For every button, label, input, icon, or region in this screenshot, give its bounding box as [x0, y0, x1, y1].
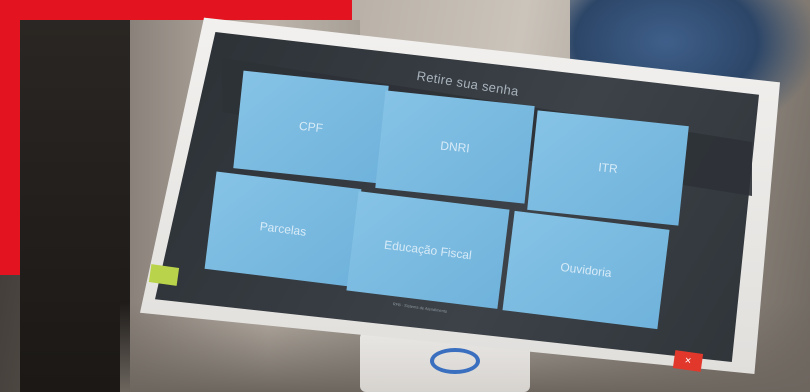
tile-label: ITR [597, 160, 619, 176]
stand-blue-ring [430, 348, 480, 374]
tile-itr[interactable]: ITR [527, 110, 689, 226]
back-button[interactable] [148, 264, 180, 286]
tile-ouvidoria[interactable]: Ouvidoria [502, 210, 670, 330]
tile-label: Parcelas [258, 219, 308, 239]
dark-doorway [20, 20, 130, 392]
close-icon: × [683, 354, 693, 368]
tile-label: CPF [298, 118, 324, 136]
tile-cpf[interactable]: CPF [233, 70, 389, 184]
tile-label: DNRI [439, 138, 471, 156]
tile-parcelas[interactable]: Parcelas [204, 171, 362, 287]
close-button[interactable]: × [672, 350, 704, 372]
tile-dnri[interactable]: DNRI [375, 90, 535, 204]
tile-label: Ouvidoria [559, 259, 613, 281]
tile-label: Educação Fiscal [383, 237, 473, 263]
tile-educacao-fiscal[interactable]: Educação Fiscal [346, 191, 510, 309]
